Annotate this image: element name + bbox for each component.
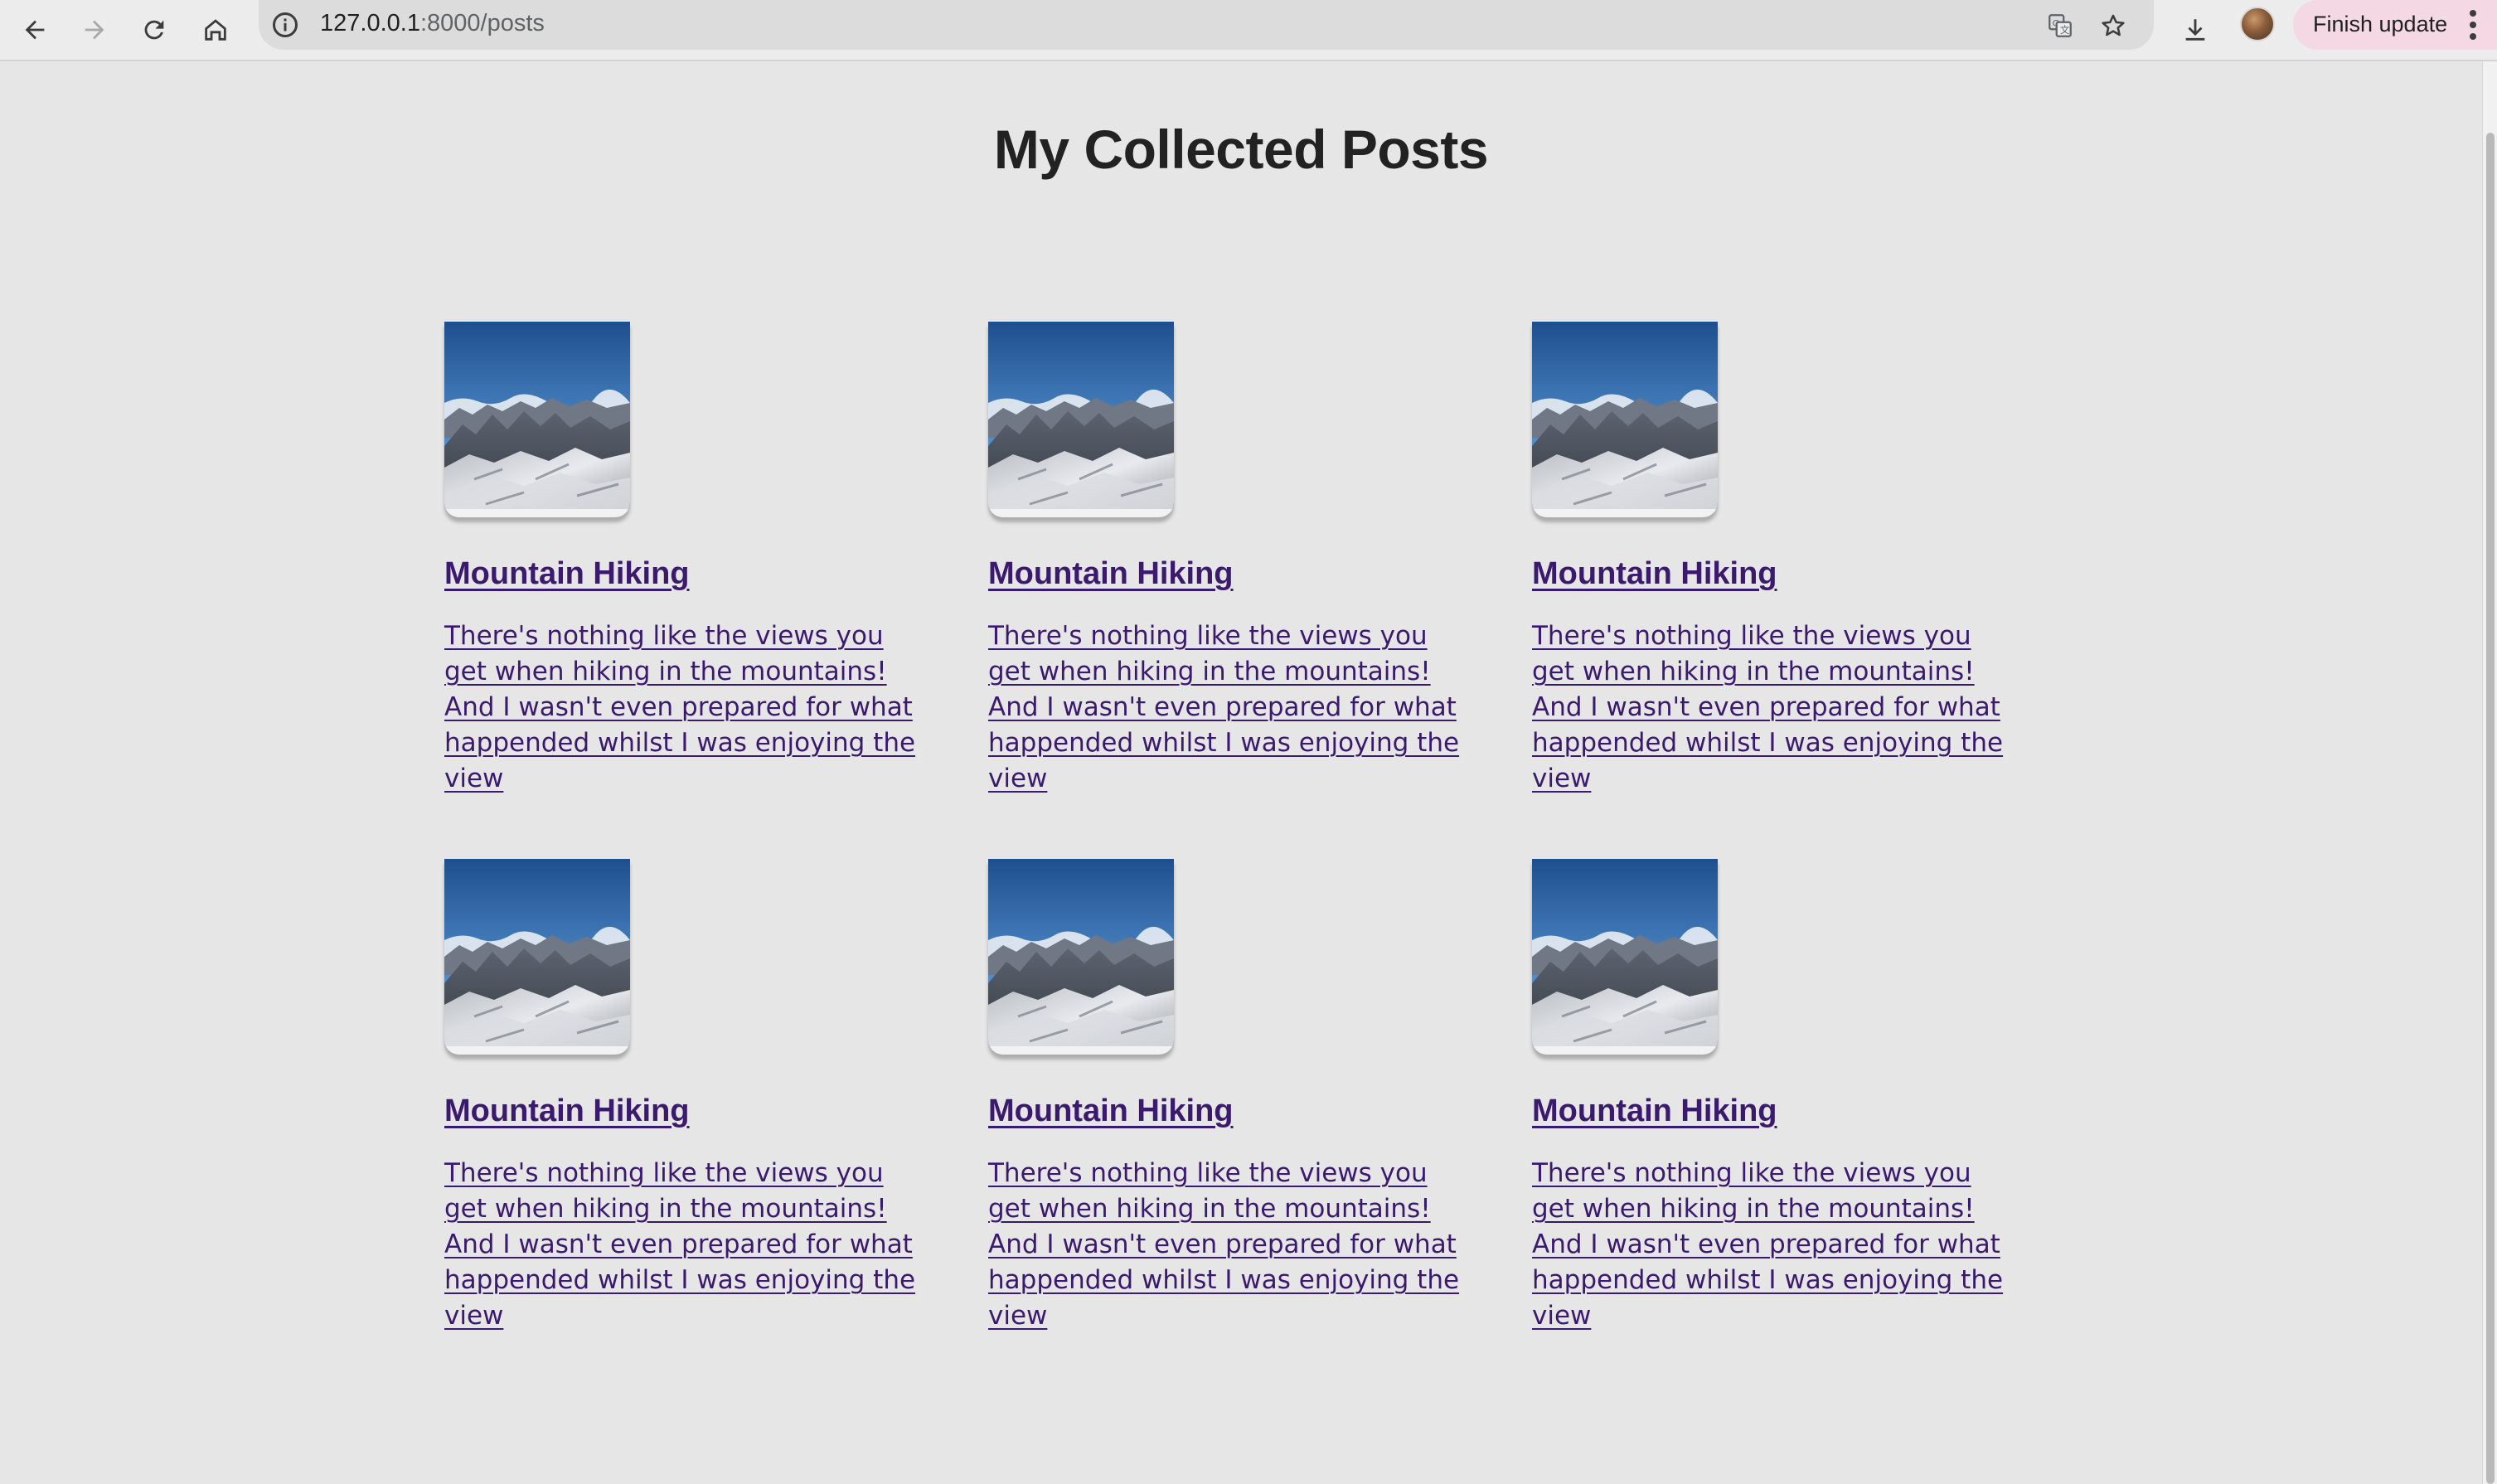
browser-toolbar: 127.0.0.1:8000/posts G文 Finish update: [0, 0, 2497, 61]
back-arrow-icon: [25, 20, 45, 40]
post-title-link[interactable]: Mountain Hiking: [988, 1091, 1479, 1131]
reload-icon: [144, 20, 164, 40]
post-description-link[interactable]: There's nothing like the views you get w…: [444, 1156, 919, 1334]
post-description-link[interactable]: There's nothing like the views you get w…: [444, 618, 919, 797]
info-icon[interactable]: [270, 10, 300, 40]
kebab-menu-icon[interactable]: [2465, 8, 2480, 41]
post-card[interactable]: Mountain Hiking There's nothing like the…: [1532, 859, 2023, 1331]
home-button[interactable]: [192, 7, 239, 53]
post-image[interactable]: [988, 859, 1174, 1055]
bookmark-button[interactable]: [2096, 8, 2131, 43]
translate-button[interactable]: G文: [2043, 8, 2078, 43]
post-title-link[interactable]: Mountain Hiking: [444, 1091, 935, 1131]
post-title-link[interactable]: Mountain Hiking: [988, 554, 1479, 594]
post-description-link[interactable]: There's nothing like the views you get w…: [988, 618, 1462, 797]
post-card[interactable]: Mountain Hiking There's nothing like the…: [1532, 322, 2023, 794]
post-title-link[interactable]: Mountain Hiking: [1532, 1091, 2023, 1131]
post-card[interactable]: Mountain Hiking There's nothing like the…: [444, 859, 935, 1331]
reload-button[interactable]: [131, 7, 177, 53]
vertical-scrollbar[interactable]: [2482, 61, 2497, 1484]
post-description-link[interactable]: There's nothing like the views you get w…: [1532, 1156, 2006, 1334]
finish-update-button[interactable]: Finish update: [2293, 0, 2497, 50]
url-path: :8000/posts: [419, 10, 545, 36]
post-image[interactable]: [444, 859, 630, 1055]
home-icon: [205, 19, 226, 41]
address-bar[interactable]: 127.0.0.1:8000/posts G文: [259, 0, 2154, 50]
download-icon: [2185, 19, 2205, 41]
post-title-link[interactable]: Mountain Hiking: [444, 554, 935, 594]
post-image[interactable]: [1532, 859, 1718, 1055]
back-button[interactable]: [12, 7, 58, 53]
post-image[interactable]: [1532, 322, 1718, 517]
post-description-link[interactable]: There's nothing like the views you get w…: [1532, 618, 2006, 797]
post-card[interactable]: Mountain Hiking There's nothing like the…: [444, 322, 935, 794]
post-description-link[interactable]: There's nothing like the views you get w…: [988, 1156, 1462, 1334]
page-title: My Collected Posts: [993, 119, 1489, 180]
post-card[interactable]: Mountain Hiking There's nothing like the…: [988, 322, 1479, 794]
url-host: 127.0.0.1: [320, 10, 420, 36]
url-text[interactable]: 127.0.0.1:8000/posts: [320, 8, 545, 38]
post-image[interactable]: [444, 322, 630, 517]
post-card[interactable]: Mountain Hiking There's nothing like the…: [988, 859, 1479, 1331]
translate-icon: G文: [2049, 14, 2072, 37]
finish-update-label: Finish update: [2313, 12, 2448, 36]
forward-arrow-icon: [85, 20, 104, 40]
forward-button[interactable]: [71, 7, 118, 53]
scrollbar-thumb[interactable]: [2486, 133, 2495, 1484]
post-title-link[interactable]: Mountain Hiking: [1532, 554, 2023, 594]
downloads-button[interactable]: [2172, 7, 2218, 53]
avatar[interactable]: [2240, 7, 2275, 41]
svg-text:文: 文: [2060, 24, 2069, 36]
star-icon: [2102, 14, 2125, 36]
post-image[interactable]: [988, 322, 1174, 517]
posts-grid: Mountain Hiking There's nothing like the…: [444, 322, 2003, 1331]
